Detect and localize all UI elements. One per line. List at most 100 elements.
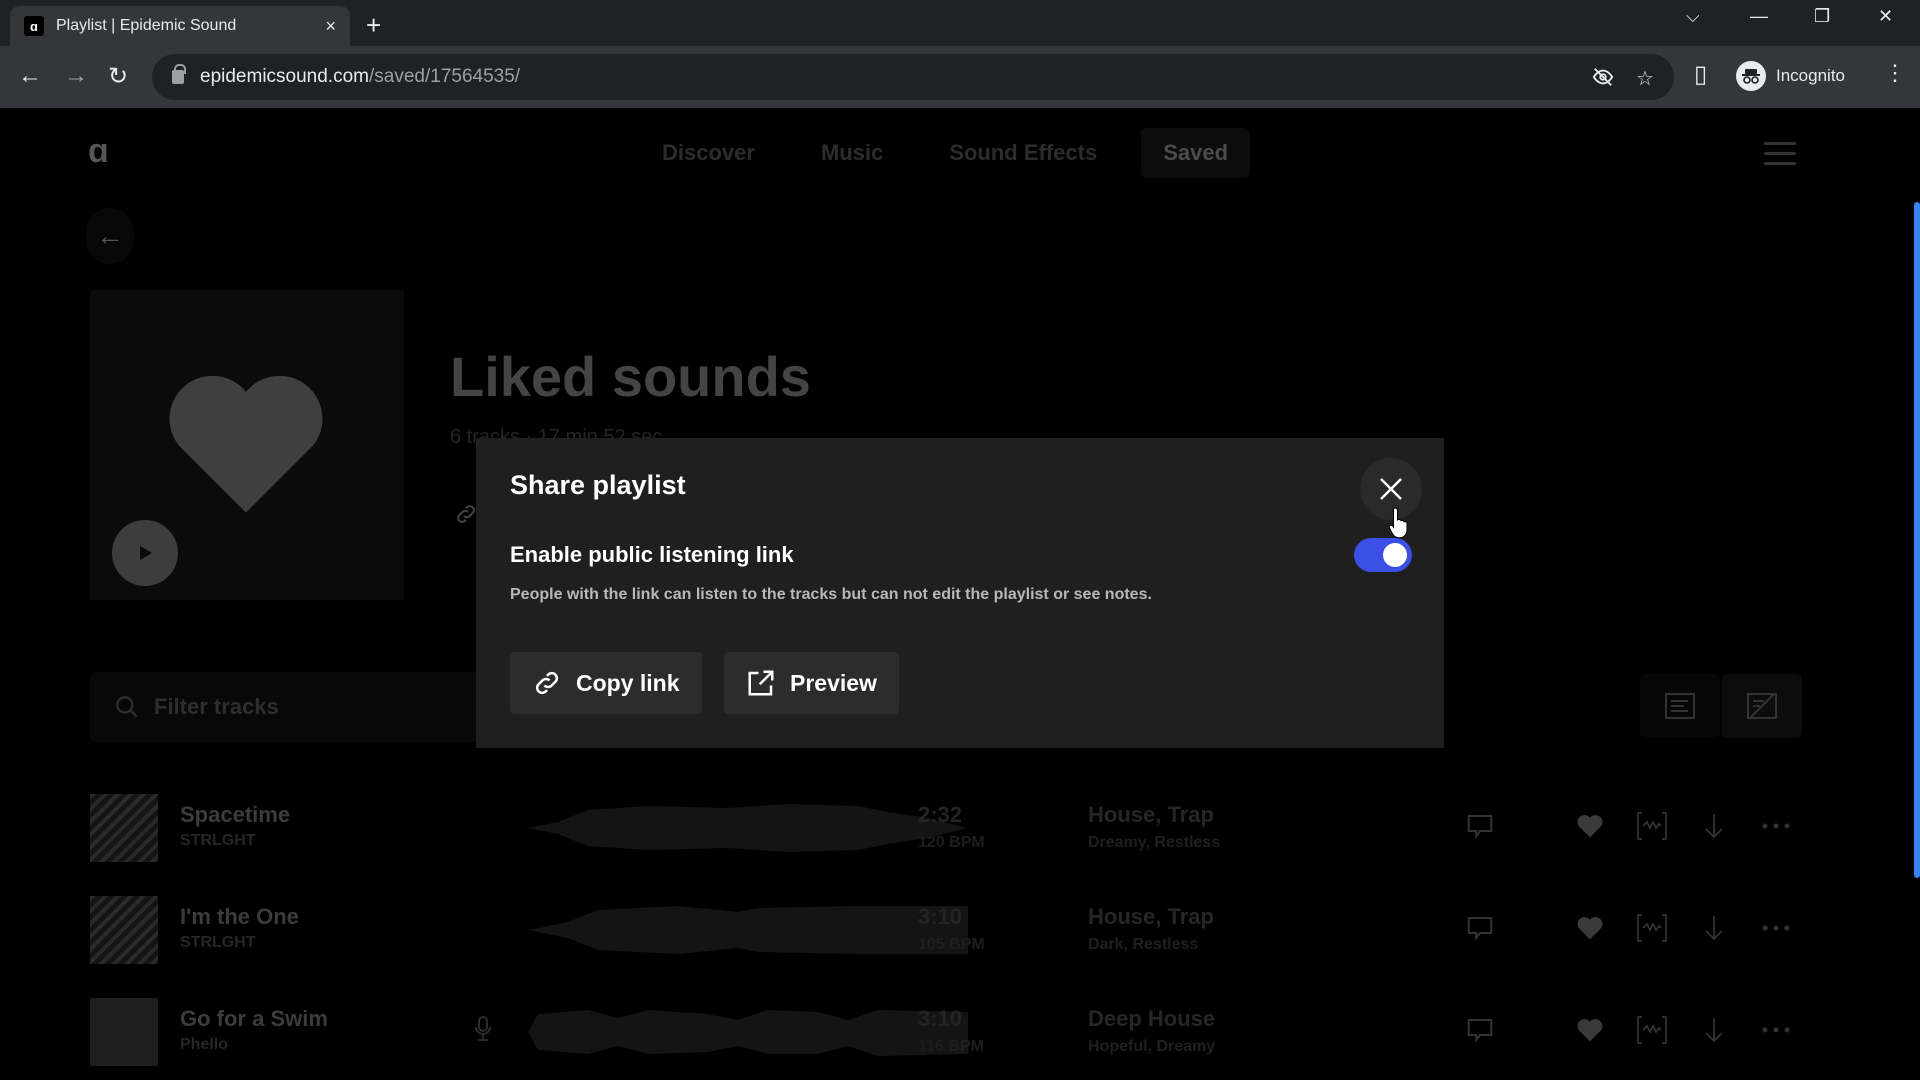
track-artist[interactable]: Phello — [180, 1036, 228, 1054]
track-duration: 2:32 — [918, 802, 963, 827]
more-options-icon[interactable] — [1758, 1012, 1794, 1048]
reload-icon[interactable]: ↻ — [108, 62, 128, 91]
track-cover — [90, 998, 158, 1066]
link-icon — [535, 671, 559, 695]
tab-search-icon[interactable]: ⌵ — [1686, 6, 1700, 27]
comment-icon[interactable] — [1462, 910, 1498, 946]
minimize-icon[interactable]: — — [1750, 6, 1768, 27]
more-options-icon[interactable] — [1758, 808, 1794, 844]
track-title[interactable]: Go for a Swim — [180, 1006, 328, 1032]
toggle-knob — [1383, 543, 1407, 567]
track-title[interactable]: Spacetime — [180, 802, 290, 828]
close-tab-icon[interactable]: × — [325, 16, 336, 37]
notes-off-icon — [1747, 693, 1777, 719]
waveform[interactable] — [528, 902, 968, 958]
track-title[interactable]: I'm the One — [180, 904, 299, 930]
close-icon — [1380, 478, 1402, 500]
track-genres[interactable]: House, Trap — [1088, 904, 1214, 930]
new-tab-icon[interactable]: + — [366, 10, 381, 41]
incognito-label: Incognito — [1776, 66, 1845, 85]
epidemic-logo-icon: ɑ — [24, 16, 44, 36]
track-cover — [90, 896, 158, 964]
track-row[interactable]: Spacetime STRLGHT 2:32 120 BPM House, Tr… — [90, 794, 1810, 874]
liked-heart-icon[interactable] — [1572, 910, 1608, 946]
copy-link-label: Copy link — [576, 669, 680, 696]
preview-label: Preview — [790, 669, 877, 696]
download-icon[interactable] — [1696, 808, 1732, 844]
forward-icon[interactable]: → — [64, 62, 88, 90]
hide-notes-button[interactable] — [1722, 674, 1802, 738]
address-bar[interactable]: epidemicsound.com/saved/17564535/ ☆ — [152, 54, 1674, 100]
hamburger-menu-icon[interactable] — [1764, 142, 1796, 166]
incognito-icon — [1736, 61, 1766, 91]
copy-link-button[interactable]: Copy link — [510, 652, 702, 714]
share-playlist-modal: Share playlist Enable public listening l… — [476, 438, 1444, 748]
waveform[interactable] — [528, 800, 968, 856]
track-moods[interactable]: Dreamy, Restless — [1088, 834, 1220, 852]
nav-discover[interactable]: Discover — [640, 128, 777, 178]
eye-off-icon[interactable] — [1592, 66, 1614, 94]
restore-icon[interactable]: ❐ — [1814, 6, 1830, 27]
playlist-title: Liked sounds — [450, 345, 811, 408]
track-artist[interactable]: STRLGHT — [180, 832, 256, 850]
playlist-cover — [90, 290, 404, 600]
public-link-toggle[interactable] — [1354, 538, 1412, 572]
find-similar-icon[interactable] — [1634, 910, 1670, 946]
share-link-icon[interactable] — [454, 502, 478, 532]
hand-cursor-icon — [1388, 507, 1408, 539]
play-playlist-button[interactable] — [112, 520, 178, 586]
track-row[interactable]: I'm the One STRLGHT 3:10 105 BPM House, … — [90, 896, 1810, 976]
comment-icon[interactable] — [1462, 808, 1498, 844]
close-window-icon[interactable]: ✕ — [1878, 6, 1893, 27]
tab-title: Playlist | Epidemic Sound — [56, 17, 237, 34]
search-icon — [116, 696, 138, 718]
track-row[interactable]: Go for a Swim Phello 3:10 116 BPM Deep H… — [90, 998, 1810, 1078]
track-artist[interactable]: STRLGHT — [180, 934, 256, 952]
filter-tracks-field[interactable] — [90, 672, 490, 742]
list-view-icon — [1665, 693, 1695, 719]
epidemic-logo[interactable]: ɑ — [88, 132, 118, 170]
browser-toolbar: ← → ↻ epidemicsound.com/saved/17564535/ … — [0, 46, 1920, 108]
track-genres[interactable]: Deep House — [1088, 1006, 1215, 1032]
back-button[interactable]: ← — [86, 208, 134, 264]
public-link-label: Enable public listening link — [510, 542, 794, 567]
main-nav: Discover Music Sound Effects Saved — [640, 128, 1272, 178]
page-scrollbar[interactable] — [1914, 202, 1920, 878]
track-duration: 3:10 — [918, 904, 963, 929]
nav-music[interactable]: Music — [799, 128, 905, 178]
lock-icon[interactable] — [172, 64, 186, 84]
comment-icon[interactable] — [1462, 1012, 1498, 1048]
url-path: /saved/17564535/ — [368, 66, 521, 87]
vocals-mic-icon — [475, 1016, 491, 1041]
find-similar-icon[interactable] — [1634, 808, 1670, 844]
browser-menu-icon[interactable]: ⋮ — [1884, 60, 1906, 86]
nav-saved[interactable]: Saved — [1141, 128, 1251, 178]
track-moods[interactable]: Hopeful, Dreamy — [1088, 1038, 1215, 1056]
bookmark-star-icon[interactable]: ☆ — [1636, 66, 1654, 91]
track-bpm: 116 BPM — [918, 1038, 984, 1055]
browser-tab[interactable]: ɑ Playlist | Epidemic Sound × — [10, 6, 350, 46]
side-panel-icon[interactable]: ▯ — [1694, 60, 1707, 89]
track-bpm: 105 BPM — [918, 936, 985, 953]
browser-tab-bar: ɑ Playlist | Epidemic Sound × + ⌵ — ❐ ✕ — [0, 0, 1920, 46]
incognito-profile-button[interactable]: Incognito — [1736, 55, 1845, 97]
back-icon[interactable]: ← — [18, 62, 42, 90]
filter-tracks-input[interactable] — [154, 694, 454, 720]
liked-heart-icon[interactable] — [1572, 808, 1608, 844]
download-icon[interactable] — [1696, 910, 1732, 946]
notes-view-button[interactable] — [1640, 674, 1720, 738]
find-similar-icon[interactable] — [1634, 1012, 1670, 1048]
track-duration: 3:10 — [918, 1006, 963, 1031]
track-moods[interactable]: Dark, Restless — [1088, 936, 1198, 954]
track-cover — [90, 794, 158, 862]
track-genres[interactable]: House, Trap — [1088, 802, 1214, 828]
play-icon — [140, 546, 152, 560]
public-link-description: People with the link can listen to the t… — [510, 586, 1152, 603]
download-icon[interactable] — [1696, 1012, 1732, 1048]
more-options-icon[interactable] — [1758, 910, 1794, 946]
liked-heart-icon[interactable] — [1572, 1012, 1608, 1048]
preview-button[interactable]: Preview — [724, 652, 899, 714]
nav-sound-effects[interactable]: Sound Effects — [927, 128, 1119, 178]
modal-title: Share playlist — [510, 470, 686, 500]
waveform[interactable] — [528, 1004, 968, 1060]
